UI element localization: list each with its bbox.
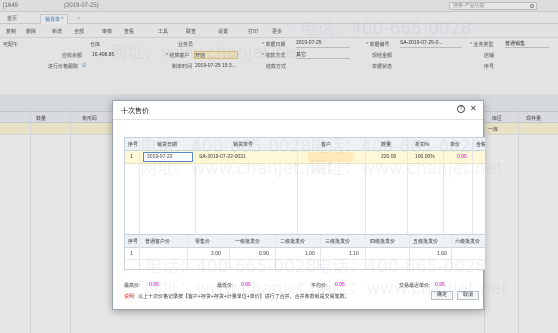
cell-seq: 1	[130, 154, 133, 160]
col-level5-price: 五级批发价	[413, 239, 439, 245]
title-divider	[113, 119, 483, 120]
col-normal-price: 普通客户价	[145, 239, 171, 245]
col-seq: 序号	[128, 142, 139, 148]
watermark-site: 网址：www.chanjet.net	[140, 159, 334, 179]
watermark-site: 网址：www.chanjet.net	[310, 159, 504, 179]
watermark-site: 网址：www.chanjet.net	[145, 279, 339, 299]
help-icon[interactable]: ?	[457, 105, 465, 113]
col-level1-price: 一级批发价	[235, 239, 261, 245]
watermark-site: 网址：www.chanjet.net	[315, 279, 509, 299]
col-level6-price: 六级批发价	[455, 239, 481, 245]
max-price-label: 最高价:	[124, 283, 141, 289]
dialog-title: 十次售价	[121, 108, 149, 115]
table-header: 序号 普通客户价 零售价 一级批发价 二级批发价 三级批发价 四级批发价 五级批…	[125, 235, 485, 248]
col-retail-price: 零售价	[195, 239, 211, 245]
col-level3-price: 三级批发价	[325, 239, 351, 245]
note-label: 说明:	[124, 294, 136, 300]
col-level4-price: 四级批发价	[370, 239, 396, 245]
cell-seq: 1	[130, 251, 133, 257]
col-level2-price: 二级批发价	[280, 239, 306, 245]
col-divider	[139, 235, 140, 269]
col-seq: 序号	[128, 239, 139, 245]
close-icon[interactable]: ✕	[470, 104, 477, 113]
